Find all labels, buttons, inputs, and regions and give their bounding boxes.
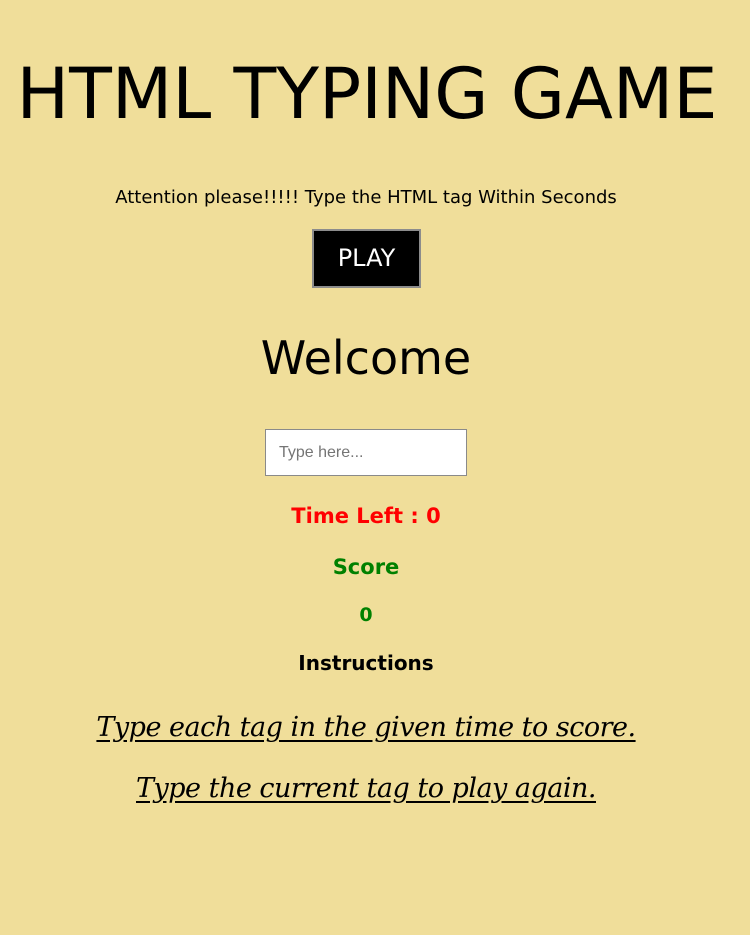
game-title: HTML TYPING GAME xyxy=(16,53,718,135)
current-word: Welcome xyxy=(260,331,472,385)
play-button[interactable]: PLAY xyxy=(312,229,421,288)
score-value: 0 xyxy=(359,604,373,626)
instruction-item: Type the current tag to play again. xyxy=(136,773,596,804)
instructions-heading: Instructions xyxy=(298,651,434,675)
instruction-item: Type each tag in the given time to score… xyxy=(96,712,636,743)
score-label: Score xyxy=(332,555,400,579)
game-subtitle: Attention please!!!!! Type the HTML tag … xyxy=(115,187,617,208)
type-input[interactable] xyxy=(265,429,467,476)
time-left-display: Time Left : 0 xyxy=(291,504,441,528)
